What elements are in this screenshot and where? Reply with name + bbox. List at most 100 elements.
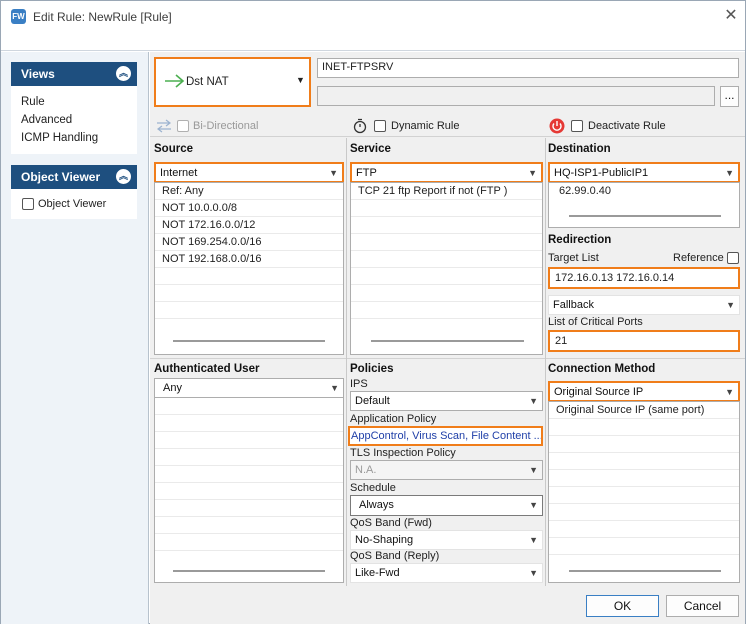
source-dropdown[interactable]: Internet ▼	[154, 162, 344, 183]
qos-reply-dropdown[interactable]: Like-Fwd ▼	[350, 563, 543, 583]
application-policy-field[interactable]: AppControl, Virus Scan, File Content ...	[348, 426, 543, 446]
connection-method-title: Connection Method	[548, 363, 656, 375]
title-bar: FW Edit Rule: NewRule [Rule] ✕	[1, 1, 745, 33]
policies-title: Policies	[350, 363, 394, 375]
destination-selected: HQ-ISP1-PublicIP1	[554, 167, 649, 179]
qos-reply-selected: Like-Fwd	[355, 567, 400, 579]
chevron-down-icon: ▼	[529, 535, 538, 545]
object-viewer-label: Object Viewer	[38, 198, 107, 210]
application-policy-value[interactable]: AppControl, Virus Scan, File Content ...	[351, 430, 541, 442]
scrollbar[interactable]	[371, 340, 524, 342]
ok-button[interactable]: OK	[586, 595, 659, 617]
object-viewer-header[interactable]: Object Viewer ︽	[11, 165, 137, 189]
column-separator	[346, 138, 347, 586]
views-header[interactable]: Views ︽	[11, 62, 137, 86]
fallback-dropdown[interactable]: Fallback ▼	[548, 295, 740, 315]
schedule-dropdown[interactable]: Always ▼	[350, 495, 543, 516]
critical-ports-label: List of Critical Ports	[548, 316, 643, 328]
nav-item-advanced[interactable]: Advanced	[21, 114, 72, 126]
list-item[interactable]: Ref: Any	[155, 183, 343, 200]
views-panel: Rule Advanced ICMP Handling	[11, 86, 137, 154]
bidirectional-checkbox[interactable]	[177, 120, 189, 132]
deactivate-rule-checkbox[interactable]	[571, 120, 583, 132]
list-item[interactable]: NOT 192.168.0.0/16	[155, 251, 343, 268]
description-field[interactable]	[317, 86, 715, 106]
chevron-down-icon: ▼	[726, 300, 735, 310]
list-item[interactable]: 62.99.0.40	[549, 183, 739, 200]
service-title: Service	[350, 143, 391, 155]
object-viewer-checkbox[interactable]	[22, 198, 34, 210]
source-selected: Internet	[160, 167, 198, 179]
dynamic-rule-label: Dynamic Rule	[391, 120, 460, 132]
arrow-right-icon	[165, 74, 185, 88]
chevron-down-icon: ▼	[330, 383, 339, 393]
source-list[interactable]: Ref: Any NOT 10.0.0.0/8 NOT 172.16.0.0/1…	[154, 182, 344, 355]
connection-method-list[interactable]: Original Source IP (same port)	[548, 401, 740, 583]
ips-dropdown[interactable]: Default ▼	[350, 391, 543, 411]
tls-inspection-selected: N.A.	[355, 464, 377, 476]
target-list-field[interactable]: 172.16.0.13 172.16.0.14	[548, 267, 740, 289]
tls-inspection-label: TLS Inspection Policy	[350, 447, 456, 459]
list-item[interactable]: NOT 169.254.0.0/16	[155, 234, 343, 251]
close-icon[interactable]: ✕	[721, 6, 741, 26]
schedule-selected: Always	[359, 499, 394, 511]
sidebar: Views ︽ Rule Advanced ICMP Handling Obje…	[1, 52, 149, 624]
scrollbar[interactable]	[569, 215, 721, 217]
application-policy-label: Application Policy	[350, 413, 437, 425]
cancel-button[interactable]: Cancel	[666, 595, 739, 617]
critical-ports-field[interactable]: 21	[548, 330, 740, 352]
tls-inspection-dropdown: N.A. ▼	[350, 460, 543, 480]
qos-fwd-label: QoS Band (Fwd)	[350, 517, 432, 529]
chevron-down-icon: ▼	[725, 168, 734, 178]
destination-title: Destination	[548, 143, 611, 155]
list-item[interactable]: NOT 172.16.0.0/12	[155, 217, 343, 234]
stopwatch-icon	[353, 118, 367, 134]
connection-method-selected: Original Source IP	[554, 386, 644, 398]
divider	[150, 136, 745, 137]
action-dropdown[interactable]: Dst NAT ▼	[154, 57, 311, 107]
destination-dropdown[interactable]: HQ-ISP1-PublicIP1 ▼	[548, 162, 740, 183]
rule-name-value: INET-FTPSRV	[322, 61, 394, 73]
destination-list[interactable]: 62.99.0.40	[548, 182, 740, 228]
source-title: Source	[154, 143, 193, 155]
column-separator	[545, 138, 546, 586]
connection-method-dropdown[interactable]: Original Source IP ▼	[548, 381, 740, 402]
more-button[interactable]: ...	[720, 86, 739, 107]
chevron-down-icon: ▼	[329, 168, 338, 178]
rule-name-field[interactable]: INET-FTPSRV	[317, 58, 739, 78]
target-list-label: Target List	[548, 252, 599, 264]
chevron-down-icon: ▼	[296, 75, 305, 85]
service-list[interactable]: TCP 21 ftp Report if not (FTP )	[350, 182, 543, 355]
service-selected: FTP	[356, 167, 377, 179]
qos-fwd-dropdown[interactable]: No-Shaping ▼	[350, 530, 543, 550]
chevron-down-icon: ▼	[528, 168, 537, 178]
authenticated-user-title: Authenticated User	[154, 363, 260, 375]
window-title: Edit Rule: NewRule [Rule]	[33, 10, 172, 24]
service-dropdown[interactable]: FTP ▼	[350, 162, 543, 183]
collapse-icon[interactable]: ︽	[116, 66, 131, 81]
list-item[interactable]: TCP 21 ftp Report if not (FTP )	[351, 183, 542, 200]
bidirectional-arrows-icon	[157, 119, 171, 133]
nav-item-icmp-handling[interactable]: ICMP Handling	[21, 132, 98, 144]
dynamic-rule-checkbox[interactable]	[374, 120, 386, 132]
authenticated-user-selected: Any	[163, 382, 182, 394]
chevron-down-icon: ▼	[529, 465, 538, 475]
bidirectional-label: Bi-Directional	[193, 120, 259, 132]
object-viewer-panel: Object Viewer	[11, 189, 137, 219]
deactivate-rule-label: Deactivate Rule	[588, 120, 666, 132]
collapse-icon[interactable]: ︽	[116, 169, 131, 184]
ips-label: IPS	[350, 378, 368, 390]
authenticated-user-dropdown[interactable]: Any ▼	[154, 378, 344, 398]
chevron-down-icon: ▼	[725, 387, 734, 397]
reference-checkbox[interactable]	[727, 252, 739, 264]
scrollbar[interactable]	[173, 570, 325, 572]
nav-item-rule[interactable]: Rule	[21, 96, 45, 108]
firewall-app-icon: FW	[11, 9, 26, 24]
scrollbar[interactable]	[569, 570, 721, 572]
authenticated-user-list[interactable]	[154, 397, 344, 583]
list-item[interactable]: Original Source IP (same port)	[549, 402, 739, 419]
rule-editor: Dst NAT ▼ INET-FTPSRV ... Bi-Directional…	[150, 52, 745, 624]
action-label: Dst NAT	[186, 76, 229, 88]
scrollbar[interactable]	[173, 340, 325, 342]
list-item[interactable]: NOT 10.0.0.0/8	[155, 200, 343, 217]
